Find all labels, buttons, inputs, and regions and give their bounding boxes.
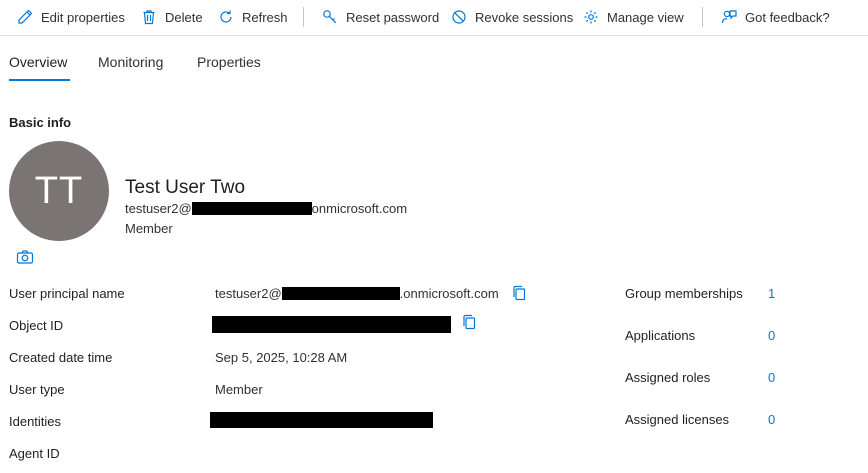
- manage-view-label: Manage view: [607, 9, 684, 25]
- assigned-licenses-link[interactable]: 0: [768, 412, 775, 427]
- user-display-name: Test User Two: [125, 177, 246, 198]
- identities-label: Identities: [9, 414, 62, 429]
- camera-icon[interactable]: [16, 249, 34, 265]
- tab-properties[interactable]: Properties: [197, 54, 261, 80]
- refresh-button[interactable]: Refresh: [218, 0, 288, 34]
- created-date-value: Sep 5, 2025, 10:28 AM: [215, 350, 348, 365]
- copy-icon[interactable]: [461, 314, 477, 330]
- redaction-bar: [212, 316, 451, 333]
- section-title-basic-info: Basic info: [9, 115, 72, 130]
- identities-value: [210, 412, 433, 428]
- reset-password-button[interactable]: Reset password: [322, 0, 439, 34]
- assigned-roles-label: Assigned roles: [625, 370, 711, 385]
- edit-properties-label: Edit properties: [41, 9, 125, 25]
- upn-prefix: testuser2@: [215, 285, 282, 301]
- gear-icon: [584, 10, 598, 24]
- upn-label: User principal name: [9, 286, 125, 301]
- trash-icon: [143, 10, 155, 25]
- redaction-bar: [210, 412, 433, 428]
- revoke-sessions-button[interactable]: Revoke sessions: [451, 0, 573, 34]
- delete-label: Delete: [165, 9, 203, 25]
- toolbar-divider: [303, 7, 304, 27]
- command-bar: Edit properties Delete Refresh Reset pas…: [0, 0, 868, 36]
- redaction-bar: [281, 286, 400, 300]
- manage-view-button[interactable]: Manage view: [583, 0, 684, 34]
- key-icon: [323, 10, 337, 24]
- applications-label: Applications: [625, 328, 696, 343]
- feedback-icon: [721, 10, 737, 24]
- refresh-icon: [220, 10, 232, 23]
- email-suffix: onmicrosoft.com: [311, 201, 408, 216]
- assigned-licenses-label: Assigned licenses: [625, 412, 730, 427]
- block-icon: [452, 10, 466, 24]
- email-prefix: testuser2@: [125, 201, 192, 216]
- user-email: testuser2@ onmicrosoft.com: [125, 201, 407, 216]
- edit-properties-button[interactable]: Edit properties: [17, 0, 125, 34]
- group-memberships-link[interactable]: 1: [768, 286, 775, 301]
- assigned-roles-link[interactable]: 0: [768, 370, 775, 385]
- user-type-label: User type: [9, 382, 65, 397]
- tab-overview[interactable]: Overview: [9, 54, 67, 80]
- avatar: TT: [9, 141, 109, 241]
- upn-value: testuser2@ .onmicrosoft.com: [215, 285, 527, 301]
- feedback-button[interactable]: Got feedback?: [721, 0, 830, 34]
- upn-suffix: .onmicrosoft.com: [399, 285, 499, 301]
- refresh-label: Refresh: [242, 9, 288, 25]
- group-memberships-label: Group memberships: [625, 286, 743, 301]
- applications-link[interactable]: 0: [768, 328, 775, 343]
- user-type-summary: Member: [125, 221, 173, 236]
- object-id-value: [212, 314, 477, 333]
- user-type-value: Member: [215, 382, 263, 397]
- reset-password-label: Reset password: [346, 9, 440, 25]
- created-date-label: Created date time: [9, 350, 113, 365]
- copy-icon[interactable]: [511, 285, 527, 301]
- agent-id-label: Agent ID: [9, 446, 60, 461]
- object-id-label: Object ID: [9, 318, 64, 333]
- tab-monitoring[interactable]: Monitoring: [98, 54, 163, 80]
- pencil-icon: [18, 9, 33, 24]
- delete-button[interactable]: Delete: [141, 0, 203, 34]
- revoke-sessions-label: Revoke sessions: [475, 9, 574, 25]
- avatar-initials: TT: [34, 169, 84, 212]
- feedback-label: Got feedback?: [745, 9, 830, 25]
- active-tab-indicator: [9, 79, 70, 81]
- redaction-bar: [191, 202, 312, 215]
- toolbar-divider: [702, 7, 703, 27]
